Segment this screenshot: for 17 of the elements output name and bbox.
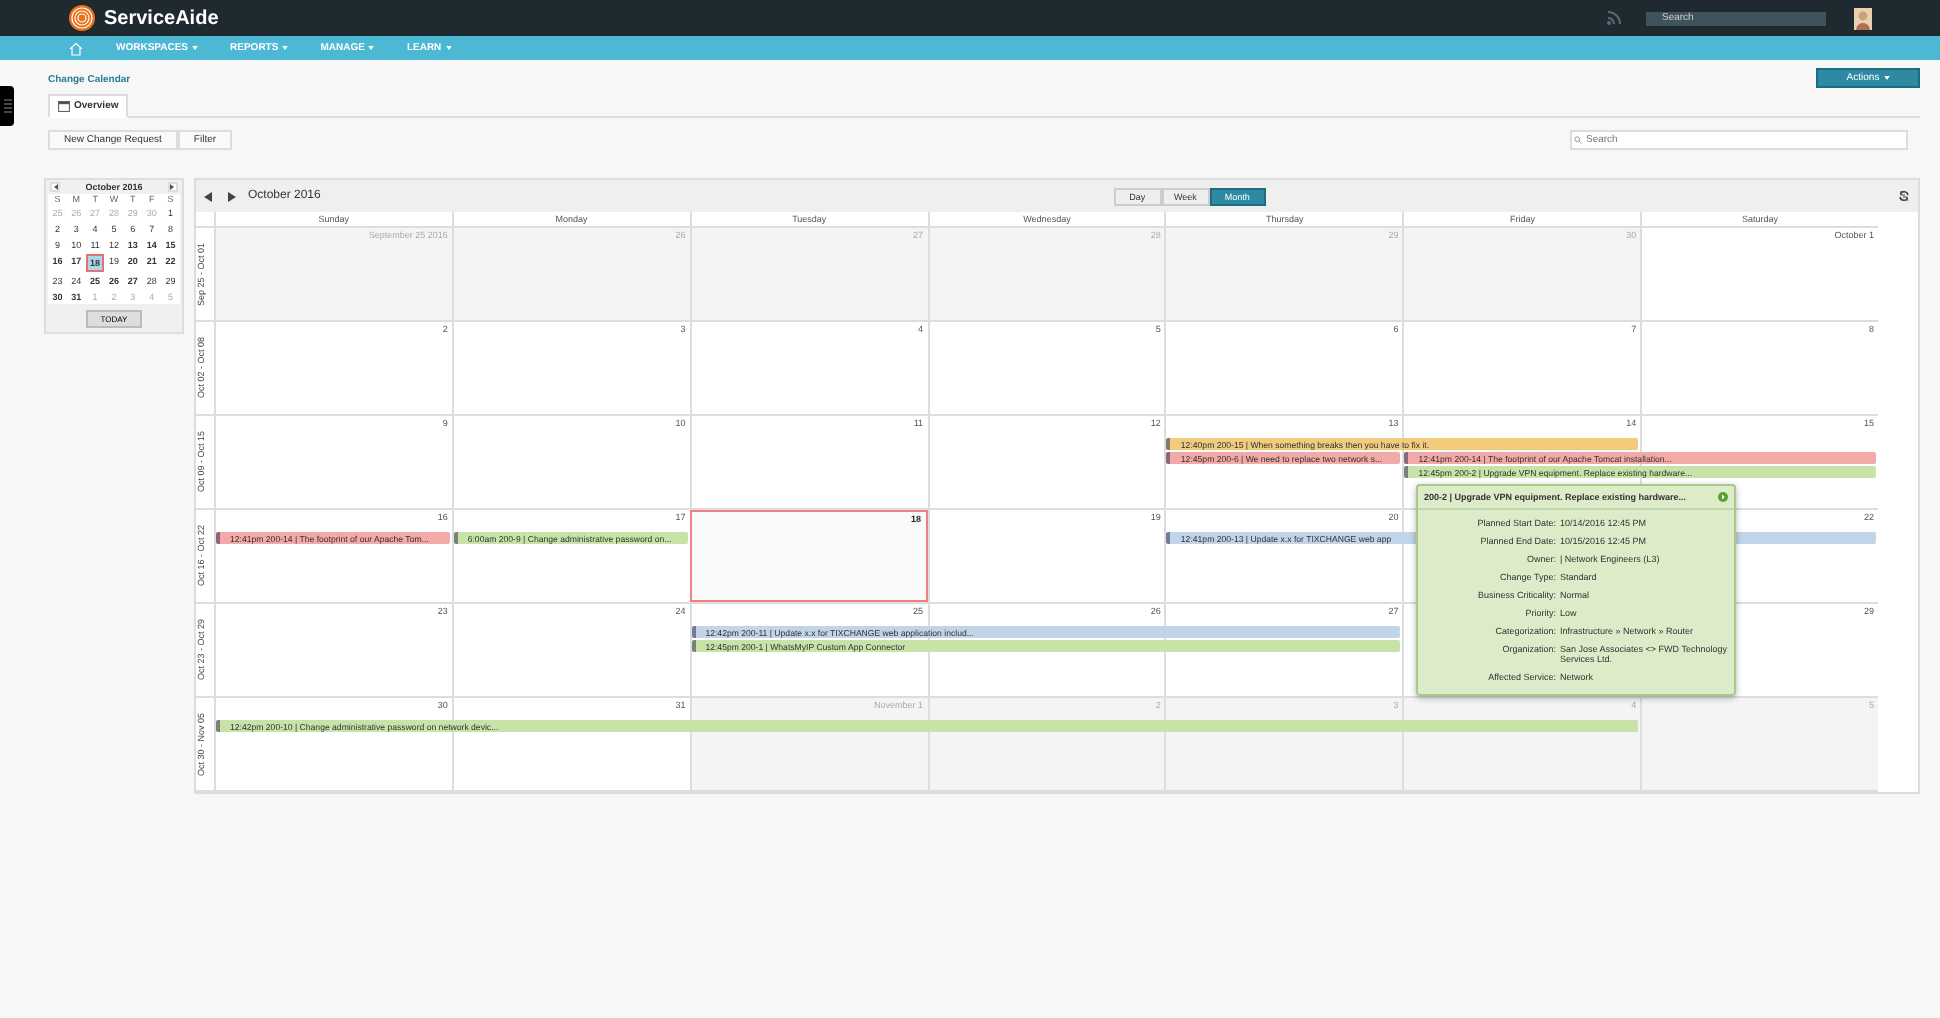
caret-icon	[445, 46, 452, 50]
rss-icon[interactable]	[1606, 10, 1622, 26]
caret-icon	[1883, 76, 1890, 80]
avatar-icon[interactable]	[1854, 7, 1872, 29]
brand-name: ServiceAide	[104, 7, 219, 29]
next-button[interactable]	[167, 182, 178, 192]
refresh-icon[interactable]	[1897, 190, 1910, 202]
caret-icon	[368, 46, 375, 50]
search-icon	[1574, 136, 1582, 144]
caret-icon	[282, 46, 289, 50]
calendar-icon	[58, 100, 70, 112]
caret-icon	[192, 46, 199, 50]
logo-icon	[68, 4, 96, 32]
next-icon[interactable]	[226, 191, 236, 201]
previous-icon[interactable]	[204, 191, 214, 201]
arrow-icon[interactable]	[1718, 492, 1728, 502]
previous-button[interactable]	[50, 182, 60, 192]
